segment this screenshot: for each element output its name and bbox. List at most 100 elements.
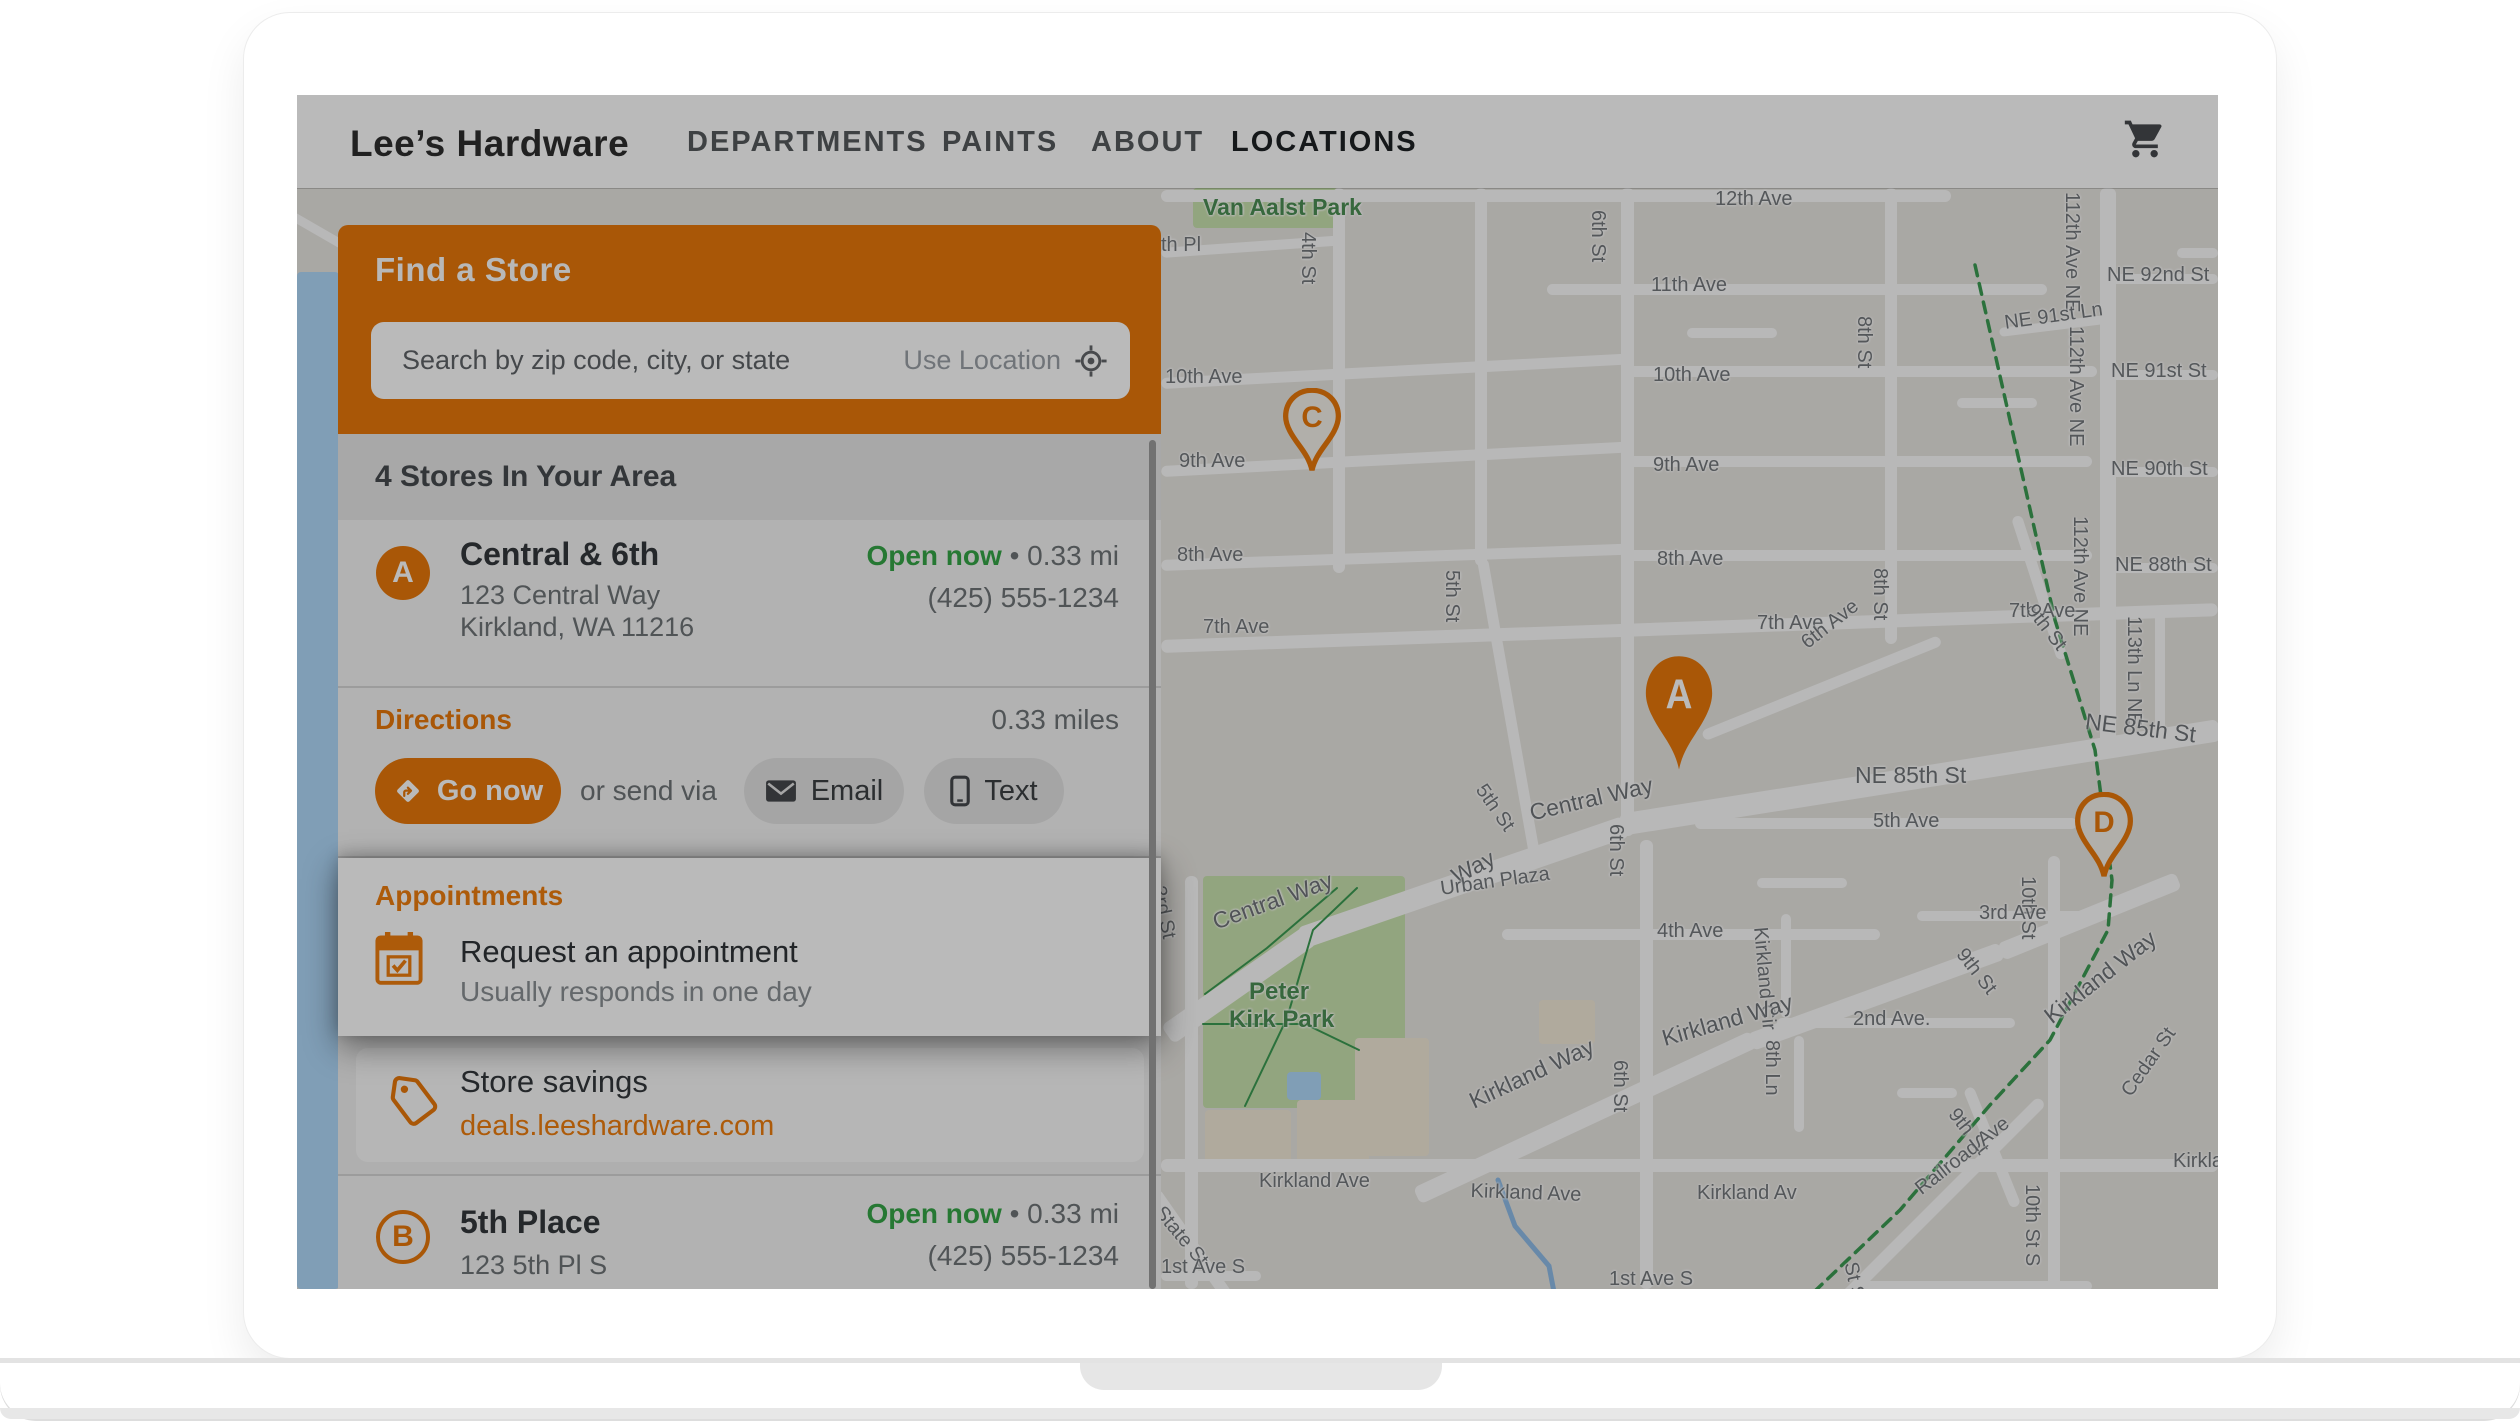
find-a-store-section: Find a Store Use Location [338,225,1161,434]
laptop-base [0,1358,2520,1419]
store-row-b[interactable]: B 5th Place 123 5th Pl S Open now • 0.33… [338,1176,1161,1289]
map-label: Kirkland Av [1697,1182,1797,1205]
store-phone: (425) 555-1234 [866,1240,1119,1272]
store-search-box: Use Location [371,322,1130,399]
directions-diamond-icon [393,776,423,806]
map-label: 1st Ave S [1609,1268,1693,1289]
open-status: Open now [866,540,1001,571]
use-location-label: Use Location [903,345,1061,376]
store-search-input[interactable] [400,344,903,377]
envelope-icon [765,779,797,803]
use-location-button[interactable]: Use Location [903,344,1108,378]
map-label: 8th St [1852,316,1875,368]
go-now-button[interactable]: Go now [375,758,561,824]
nav-paints[interactable]: PAINTS [942,126,1058,159]
price-tag-icon [388,1076,440,1133]
calendar-check-icon [374,932,424,991]
go-now-label: Go now [437,775,543,808]
store-savings-section: Store savings deals.leeshardware.com [338,1036,1161,1176]
map-label: 11th Ave [1651,274,1727,297]
separator: • [1010,1198,1020,1229]
map-label: 6th St [1604,824,1627,876]
nav-locations[interactable]: LOCATIONS [1231,126,1418,159]
map-label: 5th Ave [1873,810,1939,833]
map-label: 10th St S [2020,1184,2043,1266]
map-label: 10th Ave [1165,366,1242,389]
store-address-line1: 123 5th Pl S [460,1250,607,1281]
map-pin-c[interactable]: C [1281,388,1343,474]
text-label: Text [984,775,1037,808]
map-label: Kirkland Ave [1470,1180,1582,1207]
map-label: 113th Ln NE [2122,616,2145,726]
map-label: 3rd Ave [1979,902,2046,925]
map-label: NE 88th St [2115,554,2212,577]
map-label: 8th Ln [1760,1040,1783,1096]
shopping-cart-icon [2123,117,2167,161]
store-finder-panel: Find a Store Use Location [338,225,1161,1289]
map-label: Kirk Park [1229,1006,1334,1034]
map-label: NE 85th St [1855,762,1966,789]
store-address-line2: Kirkland, WA 11216 [460,612,694,643]
svg-text:A: A [1666,672,1693,718]
store-savings-card[interactable]: Store savings deals.leeshardware.com [356,1048,1144,1162]
directions-section: Directions 0.33 miles Go now or send via [338,688,1161,858]
directions-actions: Go now or send via Email [375,758,1064,824]
finder-title: Find a Store [375,251,572,289]
map-label: 9th Ave [1179,450,1245,473]
open-status: Open now [866,1198,1001,1229]
map-label: Peter [1249,978,1309,1006]
map-label: 2nd Ave. [1853,1008,1930,1031]
map-label: 12th Ave [1715,188,1792,211]
smartphone-icon [950,775,970,807]
store-distance: 0.33 mi [1027,540,1119,571]
map-pin-a[interactable]: A [1640,653,1718,775]
laptop-base-notch [1080,1363,1442,1390]
map-label: Kirkland [2173,1150,2218,1173]
map-label: 9th Ave [1653,454,1719,477]
store-address-line1: 123 Central Way [460,580,660,611]
store-name: 5th Place [460,1204,601,1241]
email-label: Email [811,775,884,808]
map-label: 6th St [1608,1060,1631,1112]
store-distance: 0.33 mi [1027,1198,1119,1229]
map-label: Van Aalst Park [1203,194,1362,221]
svg-text:C: C [1301,401,1322,434]
store-meta: Open now • 0.33 mi (425) 555-1234 [866,1198,1119,1272]
site-header: Lee’s Hardware DEPARTMENTS PAINTS ABOUT … [297,95,2218,188]
savings-link[interactable]: deals.leeshardware.com [460,1110,774,1143]
store-badge-b: B [376,1210,430,1264]
map-label: NE 90th St [2111,458,2208,481]
text-button[interactable]: Text [924,758,1064,824]
nav-departments[interactable]: DEPARTMENTS [687,126,928,159]
map-label: 6th St [1586,210,1609,262]
appointments-card[interactable]: Appointments Request an appointment Usua… [338,858,1161,1036]
map-label: th Pl [1161,234,1201,257]
crosshair-icon [1074,344,1108,378]
map-label: 7th Ave [1203,616,1269,639]
cart-button[interactable] [2123,117,2167,161]
directions-distance: 0.33 miles [991,704,1119,736]
store-meta: Open now • 0.33 mi (425) 555-1234 [866,540,1119,614]
map-label: 5th St [1440,570,1463,622]
map-label: Kirkland Ave [1259,1170,1370,1193]
store-row-a[interactable]: A Central & 6th 123 Central Way Kirkland… [338,520,1161,688]
store-phone: (425) 555-1234 [866,582,1119,614]
map-label: 112th Ave NE [2064,326,2087,446]
scrollbar[interactable] [1149,440,1156,1289]
map-label: 8th St [1868,568,1891,620]
map-label: NE 92nd St [2107,264,2209,287]
request-appointment-label: Request an appointment [460,934,798,970]
store-badge-a: A [376,546,430,600]
map-label: NE 91st St [2111,360,2207,383]
separator: • [1010,540,1020,571]
map-label: 4th St [1296,232,1319,284]
directions-title: Directions [375,704,512,736]
map-label: 8th Ave [1177,544,1243,567]
map-label: 8th Ave [1657,548,1723,571]
map-pin-d[interactable]: D [2073,792,2135,880]
svg-text:D: D [2093,806,2114,839]
map-label: 4th Ave [1657,920,1723,943]
nav-about[interactable]: ABOUT [1091,126,1204,159]
site-logo: Lee’s Hardware [350,123,629,165]
email-button[interactable]: Email [744,758,904,824]
